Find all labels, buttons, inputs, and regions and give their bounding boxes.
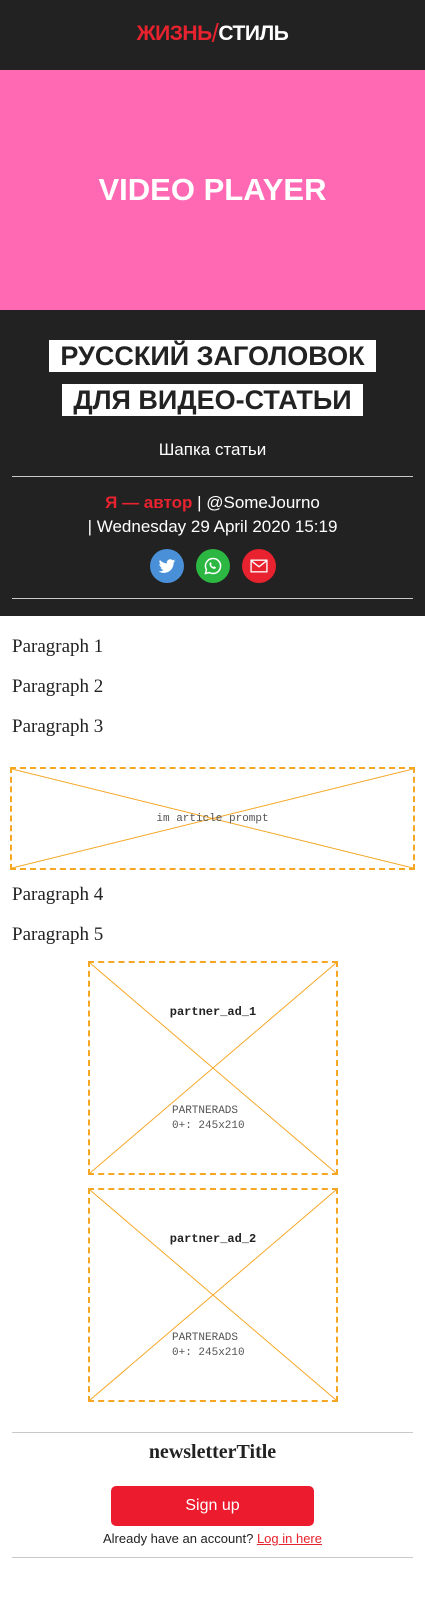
- share-twitter-button[interactable]: [150, 549, 184, 583]
- ad-tag-line-1: PARTNERADS: [172, 1332, 239, 1344]
- site-header: ЖИЗНЬ/СТИЛЬ: [0, 0, 425, 70]
- login-prompt: Already have an account? Log in here: [0, 1531, 425, 1546]
- video-player-label: VIDEO PLAYER: [98, 172, 327, 207]
- publish-date: | Wednesday 29 April 2020 15:19: [87, 517, 338, 536]
- ad-tag: PARTNERADS 0+: 245x210: [172, 1331, 245, 1361]
- divider: [12, 598, 413, 599]
- ad-tag: PARTNERADS 0+: 245x210: [172, 1104, 245, 1134]
- ad-tag-line-2: 0+: 245x210: [172, 1347, 245, 1359]
- logo-part-style: СТИЛЬ: [218, 22, 289, 45]
- ad-title: partner_ad_2: [169, 1232, 257, 1246]
- email-icon: [250, 559, 268, 573]
- divider: [12, 1432, 413, 1433]
- whatsapp-icon: [204, 557, 222, 575]
- article-headline: РУССКИЙ ЗАГОЛОВОК ДЛЯ ВИДЕО-СТАТЬИ: [0, 340, 425, 416]
- headline-line-2: ДЛЯ ВИДЕО-СТАТЬИ: [62, 384, 363, 416]
- divider: [12, 1557, 413, 1558]
- author-handle[interactable]: @SomeJourno: [206, 493, 320, 512]
- ad-title: partner_ad_1: [169, 1005, 257, 1019]
- article-header: РУССКИЙ ЗАГОЛОВОК ДЛЯ ВИДЕО-СТАТЬИ Шапка…: [0, 310, 425, 616]
- already-account-text: Already have an account?: [102, 1531, 254, 1546]
- prompt-placeholder-label: im article prompt: [156, 813, 269, 825]
- paragraph: Paragraph 1: [12, 636, 104, 657]
- site-logo[interactable]: ЖИЗНЬ/СТИЛЬ: [0, 18, 425, 47]
- video-player[interactable]: VIDEO PLAYER: [0, 70, 425, 310]
- article-prompt-placeholder: im article prompt: [10, 767, 415, 870]
- paragraph: Paragraph 3: [12, 716, 104, 737]
- ad-tag-line-2: 0+: 245x210: [172, 1120, 245, 1132]
- ad-tag-line-1: PARTNERADS: [172, 1105, 239, 1117]
- byline-separator: |: [192, 493, 207, 512]
- login-link[interactable]: Log in here: [257, 1531, 322, 1546]
- article-standfirst: Шапка статьи: [158, 440, 267, 459]
- headline-line-1: РУССКИЙ ЗАГОЛОВОК: [49, 340, 376, 372]
- paragraph: Paragraph 5: [12, 924, 104, 945]
- share-email-button[interactable]: [242, 549, 276, 583]
- logo-slash: /: [211, 18, 219, 48]
- partner-ad-2[interactable]: partner_ad_2 PARTNERADS 0+: 245x210: [88, 1188, 338, 1402]
- twitter-icon: [158, 559, 176, 573]
- signup-button[interactable]: Sign up: [111, 1486, 314, 1526]
- newsletter-title: newsletterTitle: [148, 1441, 277, 1463]
- article-byline: Я — автор | @SomeJourno | Wednesday 29 A…: [0, 491, 425, 539]
- placeholder-cross: [90, 963, 336, 1173]
- share-whatsapp-button[interactable]: [196, 549, 230, 583]
- paragraph: Paragraph 2: [12, 676, 104, 697]
- logo-part-life: ЖИЗНЬ: [136, 22, 213, 45]
- author-link[interactable]: Я — автор: [105, 493, 192, 512]
- placeholder-cross: [90, 1190, 336, 1400]
- partner-ad-1[interactable]: partner_ad_1 PARTNERADS 0+: 245x210: [88, 961, 338, 1175]
- divider: [12, 476, 413, 477]
- paragraph: Paragraph 4: [12, 884, 104, 905]
- share-buttons: [0, 549, 425, 583]
